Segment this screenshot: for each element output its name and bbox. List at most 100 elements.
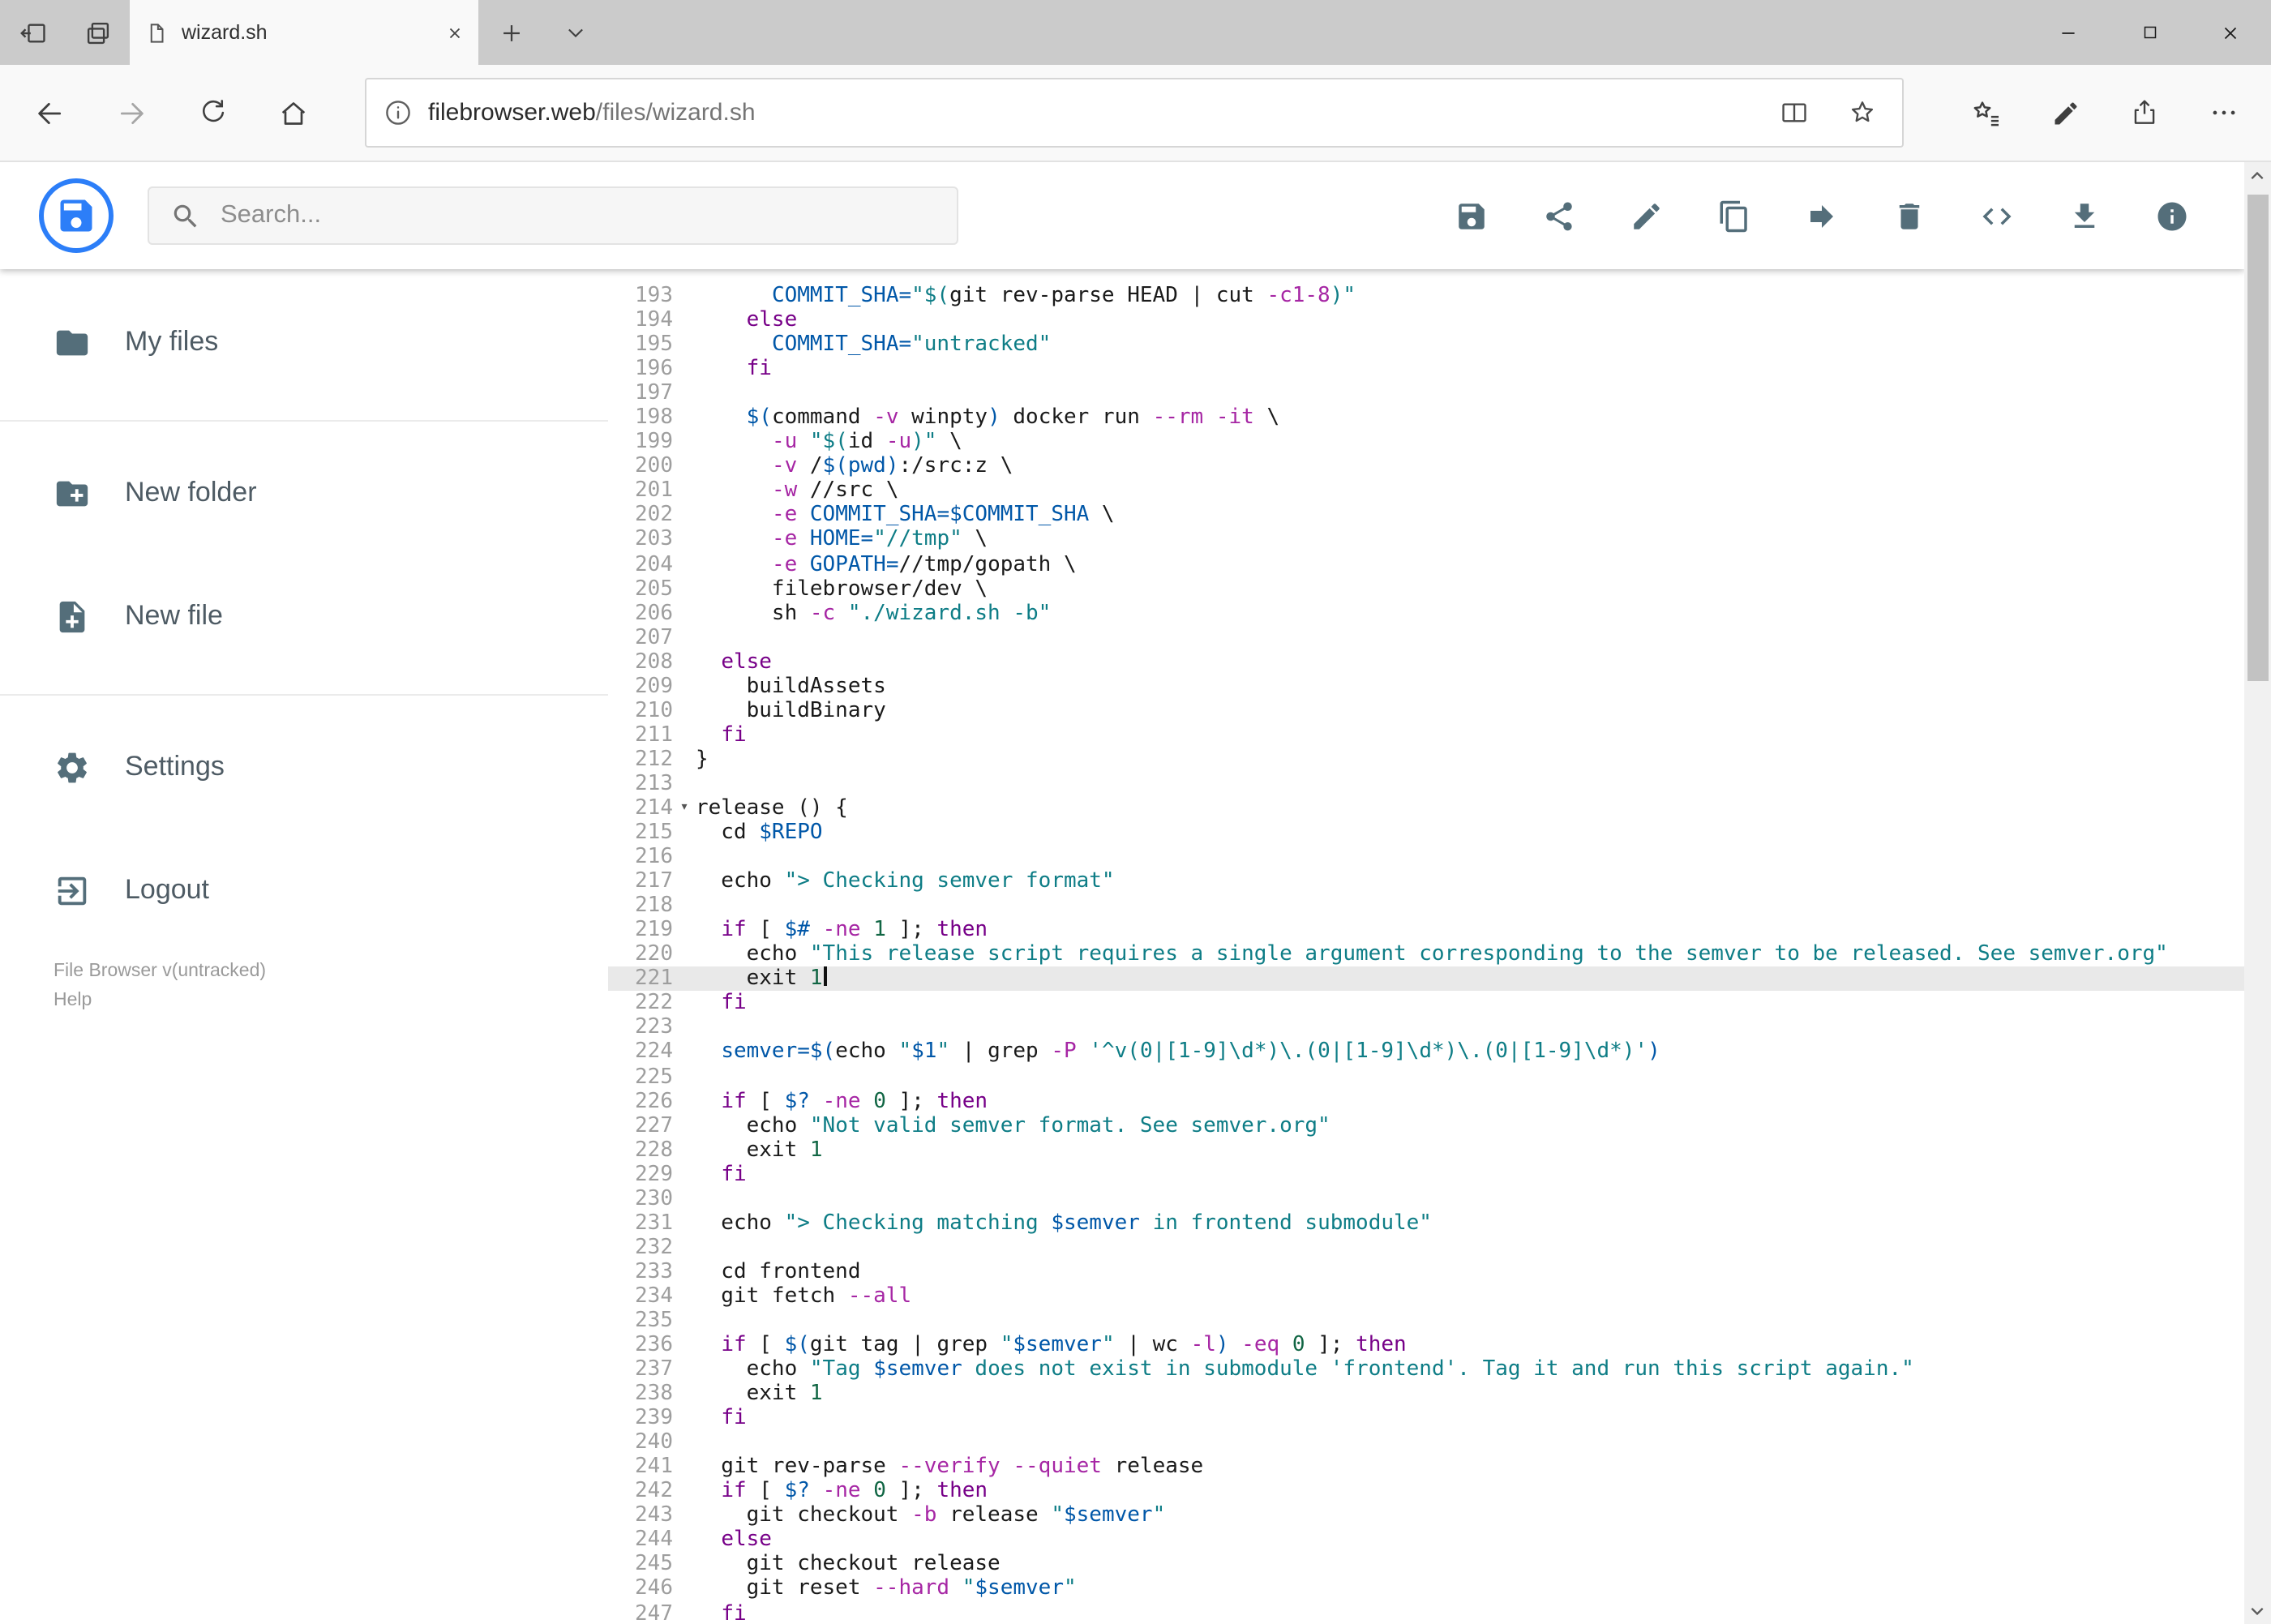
code-line[interactable]: 229 fi <box>608 1162 2244 1186</box>
code-line[interactable]: 205 filebrowser/dev \ <box>608 576 2244 601</box>
code-line[interactable]: 227 echo "Not valid semver format. See s… <box>608 1113 2244 1138</box>
code-line[interactable]: 212} <box>608 748 2244 772</box>
delete-button[interactable] <box>1892 199 1926 233</box>
code-line[interactable]: 223 <box>608 1016 2244 1040</box>
fold-arrow-icon[interactable]: ▾ <box>673 796 696 821</box>
tab-close-icon[interactable] <box>446 24 464 41</box>
sidebar-item-new-folder[interactable]: New folder <box>0 448 608 538</box>
home-button[interactable] <box>253 64 334 161</box>
code-line[interactable]: 234 git fetch --all <box>608 1284 2244 1309</box>
code-line[interactable]: 236 if [ $(git tag | grep "$semver" | wc… <box>608 1333 2244 1357</box>
share-page-button[interactable] <box>2105 64 2184 161</box>
code-line[interactable]: 222 fi <box>608 992 2244 1016</box>
code-line[interactable]: 224 semver=$(echo "$1" | grep -P '^v(0|[… <box>608 1040 2244 1065</box>
sidebar-item-settings[interactable]: Settings <box>0 722 608 812</box>
code-line[interactable]: 231 echo "> Checking matching $semver in… <box>608 1211 2244 1236</box>
scroll-up-arrow[interactable] <box>2244 162 2271 188</box>
code-line[interactable]: 238 exit 1 <box>608 1382 2244 1406</box>
code-line[interactable]: 213 <box>608 772 2244 796</box>
hub-button[interactable] <box>1946 64 2025 161</box>
code-line[interactable]: 206 sh -c "./wizard.sh -b" <box>608 601 2244 625</box>
code-line[interactable]: 218 <box>608 893 2244 918</box>
code-line[interactable]: 244 else <box>608 1528 2244 1553</box>
code-line[interactable]: 247 fi <box>608 1601 2244 1624</box>
code-line[interactable]: 210 buildBinary <box>608 699 2244 723</box>
code-line[interactable]: 204 -e GOPATH=//tmp/gopath \ <box>608 552 2244 576</box>
code-line[interactable]: 230 <box>608 1186 2244 1211</box>
filebrowser-logo[interactable] <box>39 178 114 253</box>
code-line[interactable]: 207 <box>608 625 2244 649</box>
code-line[interactable]: 225 <box>608 1065 2244 1089</box>
code-line[interactable]: 208 else <box>608 649 2244 674</box>
more-options-button[interactable] <box>2184 64 2264 161</box>
minimize-button[interactable] <box>2028 0 2109 65</box>
search-box[interactable] <box>148 186 958 245</box>
code-button[interactable] <box>1980 199 2014 233</box>
help-link[interactable]: Help <box>54 986 266 1015</box>
scrollbar-thumb[interactable] <box>2247 195 2268 681</box>
code-line[interactable]: 201 -w //src \ <box>608 479 2244 503</box>
code-line[interactable]: 232 <box>608 1236 2244 1260</box>
code-line[interactable]: 217 echo "> Checking semver format" <box>608 869 2244 893</box>
share-button[interactable] <box>1542 199 1576 233</box>
close-window-button[interactable] <box>2190 0 2271 65</box>
add-favorite-button[interactable] <box>1828 79 1896 147</box>
code-line[interactable]: 228 exit 1 <box>608 1138 2244 1162</box>
copy-button[interactable] <box>1717 199 1751 233</box>
code-line[interactable]: 242 if [ $? -ne 0 ]; then <box>608 1480 2244 1504</box>
back-button[interactable] <box>10 64 91 161</box>
code-line[interactable]: 200 -v /$(pwd):/src:z \ <box>608 455 2244 479</box>
scroll-down-arrow[interactable] <box>2244 1598 2271 1624</box>
code-line[interactable]: 226 if [ $? -ne 0 ]; then <box>608 1089 2244 1113</box>
code-line[interactable]: 193 COMMIT_SHA="$(git rev-parse HEAD | c… <box>608 284 2244 308</box>
info-button[interactable] <box>2155 199 2189 233</box>
code-line[interactable]: 237 echo "Tag $semver does not exist in … <box>608 1357 2244 1382</box>
code-line[interactable]: 233 cd frontend <box>608 1260 2244 1284</box>
edit-button[interactable] <box>1630 199 1664 233</box>
url-bar[interactable]: filebrowser.web/files/wizard.sh <box>365 78 1904 148</box>
page-scrollbar[interactable] <box>2244 162 2271 1624</box>
code-line[interactable]: 194 else <box>608 308 2244 332</box>
code-line[interactable]: 246 git reset --hard "$semver" <box>608 1577 2244 1601</box>
code-line[interactable]: 197 <box>608 381 2244 405</box>
browser-tab[interactable]: wizard.sh <box>130 0 478 65</box>
code-line[interactable]: 243 git checkout -b release "$semver" <box>608 1504 2244 1528</box>
tab-preview-chevron-button[interactable] <box>543 0 608 65</box>
set-aside-tabs-button[interactable] <box>0 0 65 65</box>
save-button[interactable] <box>1455 199 1489 233</box>
sidebar-item-my-files[interactable]: My files <box>0 297 608 388</box>
new-tab-button[interactable] <box>478 0 543 65</box>
site-info-icon[interactable] <box>383 97 413 128</box>
code-line[interactable]: 202 -e COMMIT_SHA=$COMMIT_SHA \ <box>608 503 2244 528</box>
code-line[interactable]: 235 <box>608 1309 2244 1333</box>
code-line[interactable]: 241 git rev-parse --verify --quiet relea… <box>608 1455 2244 1480</box>
reading-view-button[interactable] <box>1759 79 1828 147</box>
code-line[interactable]: 216 <box>608 845 2244 869</box>
sidebar-item-new-file[interactable]: New file <box>0 571 608 662</box>
web-note-button[interactable] <box>2025 64 2105 161</box>
sidebar-item-logout[interactable]: Logout <box>0 845 608 936</box>
code-line[interactable]: 219 if [ $# -ne 1 ]; then <box>608 918 2244 942</box>
code-line[interactable]: 196 fi <box>608 357 2244 381</box>
code-line[interactable]: 220 echo "This release script requires a… <box>608 943 2244 967</box>
code-line[interactable]: 240 <box>608 1430 2244 1455</box>
maximize-button[interactable] <box>2109 0 2190 65</box>
code-line[interactable]: 215 cd $REPO <box>608 821 2244 845</box>
code-line[interactable]: 214 ▾ release () { <box>608 796 2244 821</box>
code-line[interactable]: 221 exit 1 <box>608 966 2244 992</box>
code-line[interactable]: 203 -e HOME="//tmp" \ <box>608 528 2244 552</box>
code-line[interactable]: 209 buildAssets <box>608 675 2244 699</box>
code-line[interactable]: 199 -u "$(id -u)" \ <box>608 431 2244 455</box>
code-line[interactable]: 239 fi <box>608 1406 2244 1430</box>
code-line[interactable]: 198 $(command -v winpty) docker run --rm… <box>608 405 2244 430</box>
code-line[interactable]: 211 fi <box>608 723 2244 748</box>
search-input[interactable] <box>221 201 902 230</box>
move-button[interactable] <box>1805 199 1839 233</box>
code-line[interactable]: 245 git checkout release <box>608 1553 2244 1577</box>
forward-button[interactable] <box>91 64 172 161</box>
code-editor[interactable]: 193 COMMIT_SHA="$(git rev-parse HEAD | c… <box>608 269 2244 1624</box>
show-set-aside-tabs-button[interactable] <box>65 0 130 65</box>
code-line[interactable]: 195 COMMIT_SHA="untracked" <box>608 332 2244 357</box>
refresh-button[interactable] <box>172 64 253 161</box>
download-button[interactable] <box>2067 199 2102 233</box>
